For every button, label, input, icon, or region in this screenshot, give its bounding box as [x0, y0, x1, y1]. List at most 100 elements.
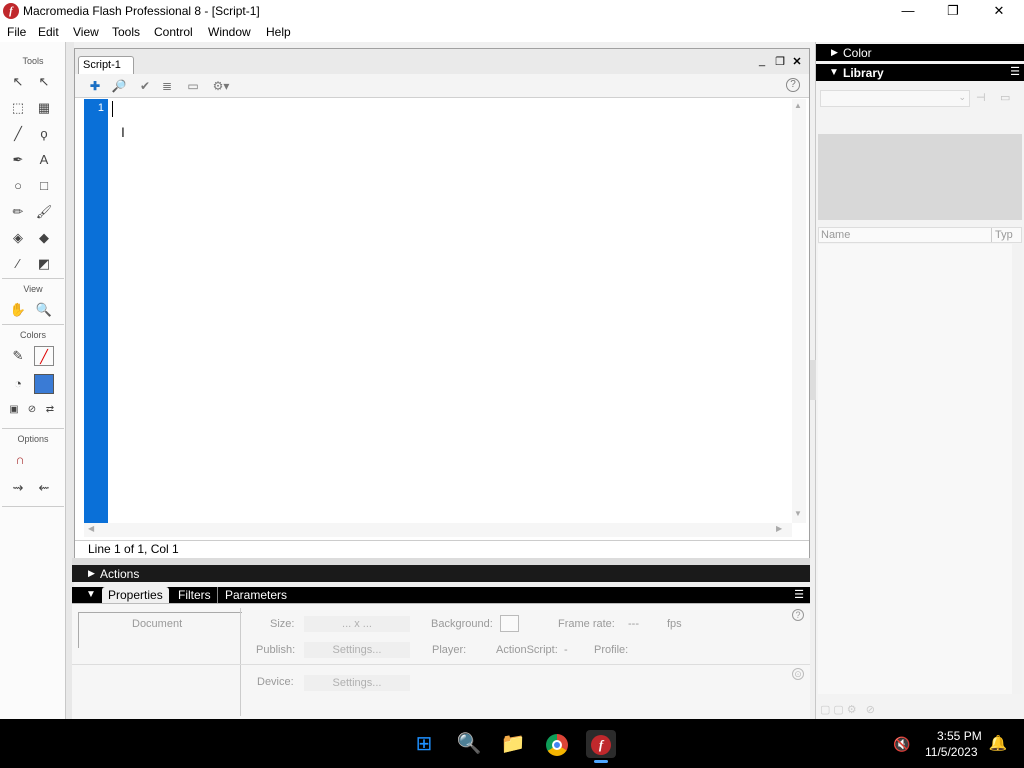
check-syntax-icon[interactable]: ✔ [136, 78, 154, 94]
maximize-button[interactable]: ❐ [930, 0, 976, 22]
library-scrollbar[interactable] [1012, 244, 1022, 694]
fill-color-icon[interactable]: ◔ [8, 374, 28, 394]
expand-arrow-icon[interactable]: ▶ [88, 568, 95, 579]
code-hint-icon[interactable]: ▭ [184, 78, 202, 94]
color-panel-bar[interactable]: ▶ Color [816, 44, 1024, 61]
smooth-icon[interactable]: ⇝ [8, 478, 28, 498]
actionscript-value: - [564, 644, 568, 656]
device-settings-button[interactable]: Settings... [304, 675, 410, 691]
menu-view[interactable]: View [73, 25, 99, 39]
scroll-right-icon[interactable]: ▶ [776, 524, 782, 533]
actions-panel-label[interactable]: Actions [100, 567, 139, 581]
tab-properties[interactable]: Properties [102, 587, 169, 603]
line-tool-icon[interactable]: ╱ [8, 124, 28, 144]
script-editor[interactable] [108, 99, 792, 523]
ink-bottle-tool-icon[interactable]: ◈ [8, 228, 28, 248]
menu-edit[interactable]: Edit [38, 25, 59, 39]
zoom-tool-icon[interactable]: 🔍 [34, 300, 54, 320]
scroll-down-icon[interactable]: ▼ [794, 509, 802, 518]
horizontal-splitter[interactable] [72, 558, 810, 565]
free-transform-tool-icon[interactable]: ⬚ [8, 98, 28, 118]
stroke-swatch-icon[interactable]: ╱ [34, 346, 54, 366]
name-column-header[interactable]: Name [821, 229, 850, 241]
menu-file[interactable]: File [7, 25, 26, 39]
size-button[interactable]: ... x ... [304, 616, 410, 632]
info-icon[interactable]: ⊙ [792, 668, 804, 680]
no-color-icon[interactable]: ⊘ [22, 400, 42, 420]
help-icon[interactable]: ? [792, 609, 804, 621]
expand-arrow-icon[interactable]: ▶ [831, 47, 838, 58]
fill-swatch-icon[interactable] [34, 374, 54, 394]
black-white-icon[interactable]: ▣ [4, 400, 24, 420]
type-column-header[interactable]: Typ [995, 229, 1013, 241]
subselect-tool-icon[interactable]: ↖ [34, 72, 54, 92]
background-color-swatch[interactable] [500, 615, 519, 632]
doc-restore-icon[interactable]: ❐ [773, 55, 787, 68]
actions-panel-bar[interactable]: ▶ [72, 565, 810, 582]
collapse-arrow-icon[interactable]: ▼ [86, 589, 96, 600]
arrow-tool-icon[interactable]: ↖ [8, 72, 28, 92]
file-explorer-icon[interactable]: 📁 [499, 730, 527, 758]
horizontal-scrollbar[interactable]: ◀ ▶ [84, 523, 792, 537]
minimize-button[interactable]: — [885, 0, 931, 22]
new-library-panel-icon[interactable]: ▭ [1000, 91, 1010, 104]
color-panel-label[interactable]: Color [843, 46, 872, 60]
chrome-icon[interactable] [543, 730, 571, 758]
hand-tool-icon[interactable]: ✋ [8, 300, 28, 320]
add-icon[interactable]: ✚ [86, 78, 104, 94]
straighten-icon[interactable]: ⇜ [34, 478, 54, 498]
splitter-handle[interactable] [810, 360, 816, 400]
oval-tool-icon[interactable]: ○ [8, 176, 28, 196]
flash-app-icon[interactable]: f [586, 730, 616, 758]
eyedropper-tool-icon[interactable]: ⁄ [8, 254, 28, 274]
tab-filters[interactable]: Filters [172, 587, 218, 603]
paint-bucket-tool-icon[interactable]: ◆ [34, 228, 54, 248]
menu-tools[interactable]: Tools [112, 25, 140, 39]
clock-time[interactable]: 3:55 PM [937, 729, 982, 743]
panel-options-icon[interactable]: ☰ [794, 588, 804, 601]
scroll-left-icon[interactable]: ◀ [88, 524, 94, 533]
cloud-icon[interactable]: ☁ [832, 730, 860, 758]
library-item-list[interactable] [818, 244, 1012, 694]
chevron-up-icon[interactable]: ︿ [800, 730, 828, 758]
doc-minimize-icon[interactable]: _ [755, 55, 769, 67]
library-panel-bar[interactable]: ▼ Library ☰ [816, 64, 1024, 81]
panel-options-icon[interactable]: ☰ [1010, 65, 1020, 78]
eraser-tool-icon[interactable]: ◩ [34, 254, 54, 274]
menu-window[interactable]: Window [208, 25, 251, 39]
auto-format-icon[interactable]: ≣ [158, 78, 176, 94]
windows-start-icon[interactable]: ⊞ [410, 730, 438, 758]
swap-colors-icon[interactable]: ⇄ [40, 400, 60, 420]
debug-options-icon[interactable]: ⚙▾ [210, 78, 232, 94]
find-icon[interactable]: 🔎 [110, 78, 128, 94]
volume-muted-icon[interactable]: 🔇 [888, 730, 916, 758]
close-button[interactable]: ✕ [976, 0, 1022, 22]
menu-control[interactable]: Control [154, 25, 193, 39]
search-icon[interactable]: 🔍 [455, 730, 483, 758]
pencil-tool-icon[interactable]: ✏ [8, 202, 28, 222]
library-dropdown[interactable]: ⌄ [820, 90, 970, 107]
stroke-color-icon[interactable]: ✎ [8, 346, 28, 366]
tab-parameters[interactable]: Parameters [219, 587, 293, 603]
brush-tool-icon[interactable]: 🖌 [34, 202, 54, 222]
scroll-up-icon[interactable]: ▲ [794, 101, 802, 110]
collapse-arrow-icon[interactable]: ▼ [829, 67, 839, 78]
script-tab[interactable]: Script-1 [78, 56, 134, 74]
pin-icon[interactable]: ⊣ [976, 91, 986, 104]
menu-help[interactable]: Help [266, 25, 291, 39]
notification-bell-icon[interactable]: 🔔 [984, 730, 1012, 758]
text-tool-icon[interactable]: A [34, 150, 54, 170]
clock-date[interactable]: 11/5/2023 [925, 745, 978, 759]
magnet-icon[interactable]: ∩ [10, 450, 30, 470]
pen-tool-icon[interactable]: ✒ [8, 150, 28, 170]
help-icon[interactable]: ? [786, 78, 800, 92]
doc-close-icon[interactable]: ✕ [790, 55, 804, 68]
vertical-scrollbar[interactable]: ▲ ▼ [792, 99, 806, 523]
frame-rate-value[interactable]: --- [628, 618, 639, 630]
library-footer-icons[interactable]: ▢▢⚙ ⊘ [820, 703, 878, 716]
library-panel-label[interactable]: Library [843, 66, 884, 80]
publish-settings-button[interactable]: Settings... [304, 642, 410, 658]
lasso-tool-icon[interactable]: ϙ [34, 124, 54, 144]
rectangle-tool-icon[interactable]: □ [34, 176, 54, 196]
fill-transform-tool-icon[interactable]: ▦ [34, 98, 54, 118]
